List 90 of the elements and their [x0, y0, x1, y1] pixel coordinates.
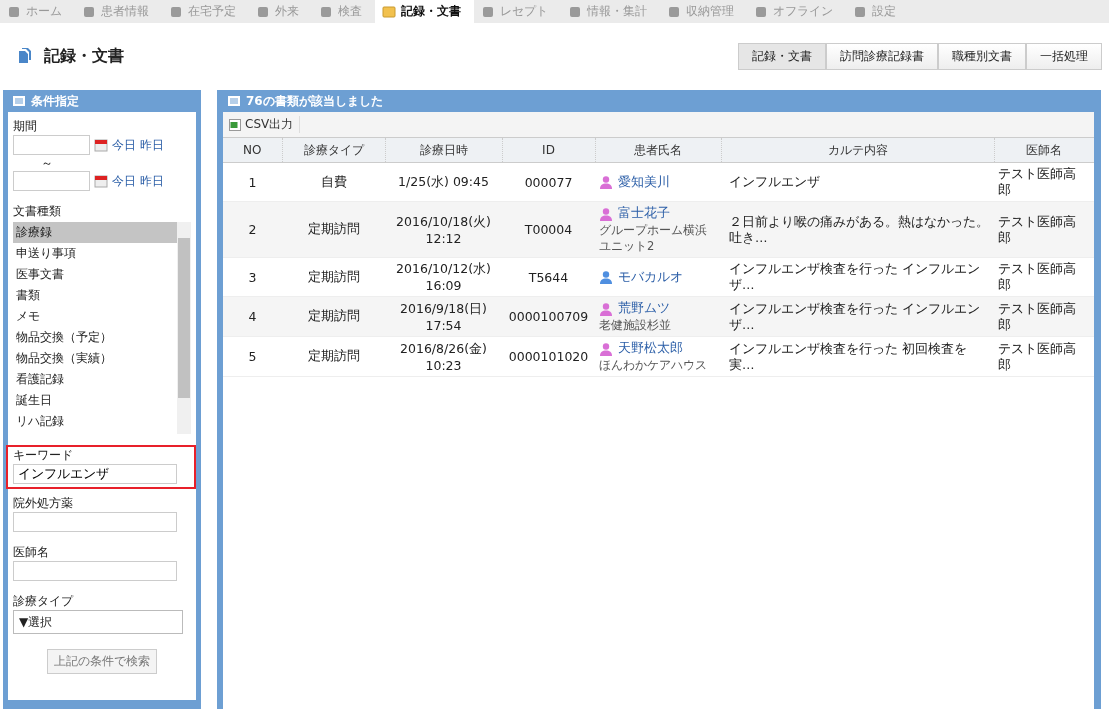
column-header[interactable]: 患者氏名 — [595, 137, 721, 163]
patient-link[interactable]: 天野松太郎 — [618, 340, 683, 357]
prescription-field[interactable] — [13, 512, 177, 532]
patient-link[interactable]: 愛知美川 — [618, 173, 670, 191]
column-header[interactable]: カルテ内容 — [721, 137, 994, 163]
document-icon — [18, 48, 32, 64]
doc-type-option[interactable]: 書類 — [13, 285, 177, 306]
doc-type-listbox[interactable]: 診療録 申送り事項 医事文書 書類 メモ 物品交換（予定） 物品交換（実績） 看護記録 誕生日 リハ記録 — [13, 222, 191, 434]
type-dropdown[interactable]: ▼選択 — [13, 610, 183, 634]
csv-export-button[interactable]: CSV出力 — [229, 116, 301, 133]
doc-type-option[interactable]: 物品交換（実績） — [13, 348, 177, 369]
patient-link[interactable]: モバカルオ — [618, 268, 683, 286]
date-field[interactable] — [13, 135, 90, 155]
sub-tab[interactable]: 一括処理 — [1026, 42, 1102, 70]
table-cell: 2016/9/18(日) 17:54 — [385, 296, 502, 337]
nav-tab[interactable]: 記録・文書 — [375, 0, 474, 23]
field-label: キーワード — [13, 447, 74, 464]
sub-tab[interactable]: 記録・文書 — [738, 42, 826, 70]
panel-title: 76の書類が該当しました — [246, 92, 383, 110]
table-cell: テスト医師高郎 — [994, 336, 1094, 377]
calendar-icon[interactable] — [94, 138, 108, 152]
facility-name: グループホーム横浜ユニット2 — [599, 222, 708, 254]
doc-type-option[interactable]: メモ — [13, 306, 177, 327]
doc-type-option[interactable]: 診療録 — [13, 222, 177, 243]
table-cell: T5644 — [502, 257, 595, 297]
doc-type-option[interactable]: 看護記録 — [13, 369, 177, 390]
doc-type-option[interactable]: リハ記録 — [13, 411, 177, 432]
doc-type-option[interactable]: 申送り事項 — [13, 243, 177, 264]
table-cell: 定期訪問 — [282, 201, 385, 258]
table-cell: 4 — [223, 296, 282, 337]
table-cell: 0000100709 — [502, 296, 595, 337]
facility-name: 老健施設杉並 — [599, 317, 672, 333]
page-title: 記録・文書 — [44, 45, 124, 67]
field-label: 期間 — [13, 118, 38, 135]
table-cell: 1/25(水) 09:45 — [385, 162, 502, 202]
range-separator: ～ — [40, 155, 54, 171]
table-cell: 1 — [223, 162, 282, 202]
facility-name: ほんわかケアハウス — [599, 357, 708, 373]
doc-type-option[interactable]: 物品交換（予定） — [13, 327, 177, 348]
table-cell: テスト医師高郎 — [994, 296, 1094, 337]
sub-tab[interactable]: 訪問診療記録書 — [826, 42, 938, 70]
field-label: 文書種類 — [13, 203, 62, 220]
table-cell: 0000101020 — [502, 336, 595, 377]
search-button[interactable]: 上記の条件で検索 — [47, 649, 157, 674]
keyword-field[interactable]: インフルエンザ — [13, 464, 177, 484]
table-cell: インフルエンザ検査を行った 初回検査を実… — [721, 336, 994, 377]
yesterday-link[interactable]: 昨日 — [140, 136, 164, 154]
sub-tab[interactable]: 職種別文書 — [938, 42, 1026, 70]
table-cell: インフルエンザ — [721, 162, 994, 202]
table-cell: 3 — [223, 257, 282, 297]
table-cell: インフルエンザ検査を行った インフルエンザ… — [721, 296, 994, 337]
column-header[interactable]: 診療日時 — [385, 137, 502, 163]
table-cell: 自費 — [282, 162, 385, 202]
field-label: 院外処方薬 — [13, 495, 74, 512]
column-header[interactable]: 診療タイプ — [282, 137, 385, 163]
spreadsheet-icon — [229, 118, 241, 131]
table-cell: テスト医師高郎 — [994, 257, 1094, 297]
table-cell: 000077 — [502, 162, 595, 202]
table-cell: 2016/10/12(水) 16:09 — [385, 257, 502, 297]
column-header[interactable]: 医師名 — [994, 137, 1094, 163]
panel-title: 条件指定 — [31, 92, 79, 110]
doctor-field[interactable] — [13, 561, 177, 581]
patient-link[interactable]: 荒野ムツ — [618, 300, 670, 317]
scrollbar[interactable] — [177, 222, 191, 434]
doc-type-option[interactable]: 医事文書 — [13, 264, 177, 285]
table-cell: T00004 — [502, 201, 595, 258]
field-label: 医師名 — [13, 544, 50, 561]
today-link[interactable]: 今日 — [112, 172, 136, 190]
column-header[interactable]: NO — [223, 137, 282, 163]
table-cell: インフルエンザ検査を行った インフルエンザ… — [721, 257, 994, 297]
table-cell: ２日前より喉の痛みがある。熱はなかった。吐き… — [721, 201, 994, 258]
table-cell: 5 — [223, 336, 282, 377]
list-icon — [13, 96, 25, 106]
list-icon — [228, 96, 240, 106]
today-link[interactable]: 今日 — [112, 136, 136, 154]
field-label: 診療タイプ — [13, 593, 75, 610]
doc-type-option[interactable]: 誕生日 — [13, 390, 177, 411]
table-cell: 2 — [223, 201, 282, 258]
table-cell: テスト医師高郎 — [994, 162, 1094, 202]
table-cell: 定期訪問 — [282, 257, 385, 297]
calendar-icon[interactable] — [94, 174, 108, 188]
column-header[interactable]: ID — [502, 137, 595, 163]
yesterday-link[interactable]: 昨日 — [140, 172, 164, 190]
table-cell: 定期訪問 — [282, 336, 385, 377]
patient-link[interactable]: 富士花子 — [618, 205, 670, 222]
table-cell: 2016/8/26(金) 10:23 — [385, 336, 502, 377]
table-cell: テスト医師高郎 — [994, 201, 1094, 258]
date-field[interactable] — [13, 171, 90, 191]
table-cell: 定期訪問 — [282, 296, 385, 337]
table-cell: 2016/10/18(火) 12:12 — [385, 201, 502, 258]
